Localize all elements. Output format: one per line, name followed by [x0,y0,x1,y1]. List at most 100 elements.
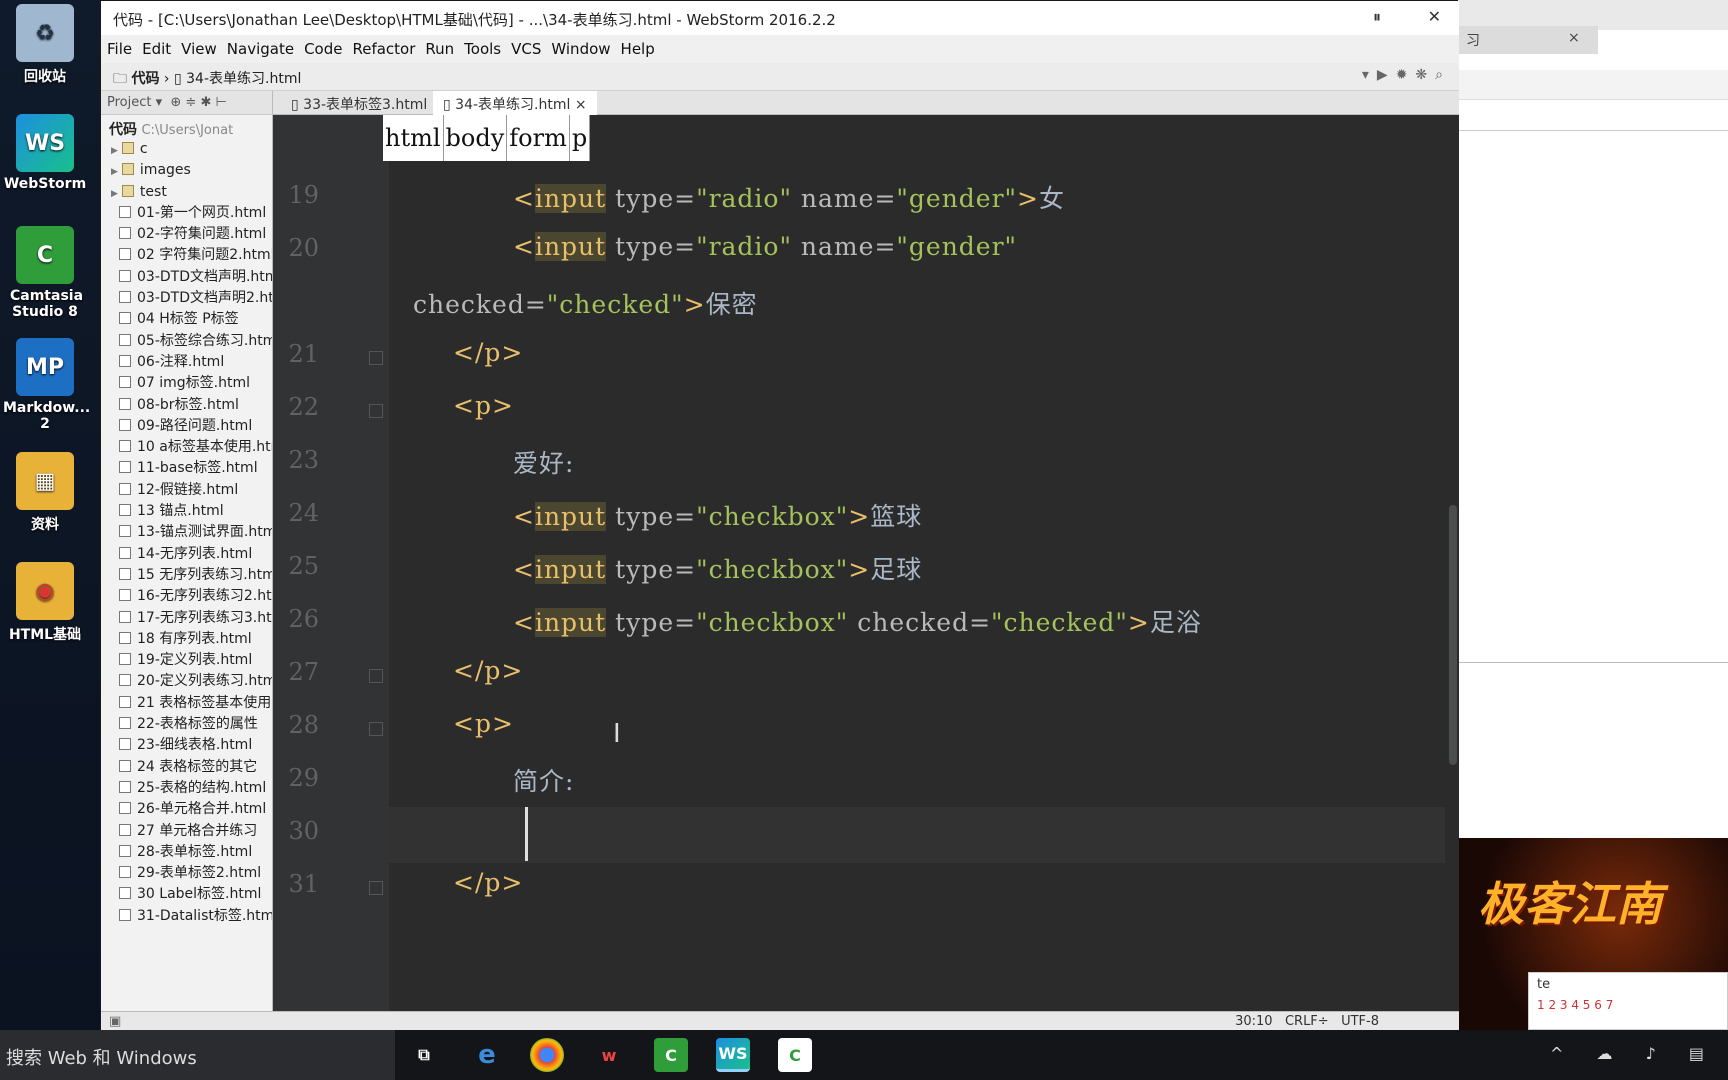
menu-window[interactable]: Window [545,35,614,58]
file-encoding[interactable]: UTF-8 [1341,1014,1379,1029]
run-icon[interactable]: ▶ [1377,67,1396,83]
tab-34[interactable]: ▯ 34-表单练习.html × [433,91,597,115]
tree-file[interactable]: 14-无序列表.html [101,544,272,565]
tree-file[interactable]: 11-base标签.html [101,458,272,479]
tree-file[interactable]: 18 有序列表.html [101,629,272,650]
tree-file[interactable]: 17-无序列表练习3.html [101,608,272,629]
tree-file[interactable]: 21 表格标签基本使用 [101,693,272,714]
taskbar-search[interactable]: 搜索 Web 和 Windows [0,1030,395,1080]
tree-file[interactable]: 13 锚点.html [101,501,272,522]
edge-icon[interactable]: e [470,1038,504,1072]
fold-marker[interactable] [369,404,383,418]
tree-file[interactable]: 26-单元格合并.html [101,799,272,820]
resources-folder-icon[interactable]: ▦ 资料 [0,452,90,534]
tool-window-toggle-icon[interactable]: ▣ [109,1014,121,1029]
fold-marker[interactable] [369,881,383,895]
breadcrumb-html[interactable]: html [383,115,444,161]
nav-root[interactable]: 代码 [131,71,159,87]
markdownpad-icon[interactable]: MP Markdow... 2 [0,338,90,432]
camtasia-recorder-icon[interactable]: C [778,1038,812,1072]
tree-file[interactable]: 02 字符集问题2.html [101,245,272,266]
menu-run[interactable]: Run [419,35,458,58]
tree-file[interactable]: 25-表格的结构.html [101,778,272,799]
tree-file[interactable]: 02-字符集问题.html [101,224,272,245]
tree-file[interactable]: 06-注释.html [101,352,272,373]
menu-refactor[interactable]: Refactor [346,35,419,58]
breadcrumb-p[interactable]: p [569,115,591,161]
camtasia-icon[interactable]: C [654,1038,688,1072]
code-editor[interactable]: html body form p 19 20 21 22 23 24 25 26… [273,115,1459,1011]
debug-icon[interactable]: ✹ [1396,67,1416,83]
ime-candidates[interactable]: 1 2 3 4 5 6 7 [1537,998,1719,1012]
webstorm-icon[interactable]: WS WebStorm [0,114,90,192]
chrome-icon[interactable] [530,1038,564,1072]
camtasia-icon[interactable]: C Camtasia Studio 8 [0,226,90,320]
tree-folder[interactable]: ▶ test [101,182,272,203]
tree-folder[interactable]: ▶ images [101,160,272,181]
tree-file[interactable]: 24 表格标签的其它 [101,757,272,778]
breadcrumb-form[interactable]: form [507,115,570,161]
fold-marker[interactable] [369,351,383,365]
tree-file[interactable]: 10 a标签基本使用.html [101,437,272,458]
close-icon[interactable]: ✕ [1428,7,1441,26]
scrollbar-thumb[interactable] [1449,505,1457,765]
run-config-dropdown[interactable]: ▾ [1362,67,1377,83]
app-icon[interactable]: ᴡ [592,1038,626,1072]
expand-arrow-icon[interactable]: ▶ [111,146,118,156]
task-view-icon[interactable]: ⧉ [407,1038,441,1072]
tree-file[interactable]: 19-定义列表.html [101,650,272,671]
tree-file[interactable]: 30 Label标签.html [101,884,272,905]
line-separator[interactable]: CRLF÷ [1285,1014,1329,1029]
tree-file[interactable]: 27 单元格合并练习 [101,821,272,842]
tree-file[interactable]: 03-DTD文档声明.html [101,267,272,288]
tree-file[interactable]: 13-锚点测试界面.html [101,522,272,543]
menu-vcs[interactable]: VCS [505,35,545,58]
cursor-position[interactable]: 30:10 [1235,1014,1272,1029]
menu-view[interactable]: View [175,35,221,58]
fold-marker[interactable] [369,722,383,736]
expand-arrow-icon[interactable]: ▶ [111,167,118,177]
tree-file[interactable]: 20-定义列表练习.html [101,671,272,692]
tree-file[interactable]: 28-表单标签.html [101,842,272,863]
menu-navigate[interactable]: Navigate [221,35,298,58]
search-icon[interactable]: ⌕ [1435,67,1451,83]
tree-file[interactable]: 01-第一个网页.html [101,203,272,224]
tree-file[interactable]: 12-假链接.html [101,480,272,501]
breadcrumb-body[interactable]: body [443,115,508,161]
system-tray[interactable]: ^ ☁ ♪ ▤ [1550,1044,1718,1063]
tree-file[interactable]: 04 H标签 P标签 [101,309,272,330]
tree-file[interactable]: 29-表单标签2.html [101,863,272,884]
close-icon[interactable]: × [575,97,587,113]
browser-tab[interactable]: 习 × [1458,26,1598,54]
tree-file[interactable]: 08-br标签.html [101,395,272,416]
tree-file[interactable]: 03-DTD文档声明2.html [101,288,272,309]
tree-file[interactable]: 09-路径问题.html [101,416,272,437]
project-root[interactable]: 代码 C:\Users\Jonat [101,115,272,139]
tree-file[interactable]: 23-细线表格.html [101,735,272,756]
menu-code[interactable]: Code [298,35,346,58]
webstorm-icon[interactable]: WS [716,1038,750,1072]
tree-file[interactable]: 15 无序列表练习.html [101,565,272,586]
recycle-bin-icon[interactable]: ♻ 回收站 [0,4,90,86]
tree-folder[interactable]: ▶ c [101,139,272,160]
expand-arrow-icon[interactable]: ▶ [111,189,118,199]
menu-help[interactable]: Help [615,35,659,58]
close-icon[interactable]: × [1568,30,1580,46]
menu-file[interactable]: File [101,35,136,58]
tree-file[interactable]: 07 img标签.html [101,373,272,394]
tab-33[interactable]: ▯ 33-表单标签3.html × [281,91,453,115]
minimize-icon[interactable]: ⏸ [1373,7,1381,27]
tree-file[interactable]: 16-无序列表练习2.html [101,586,272,607]
menu-edit[interactable]: Edit [136,35,175,58]
tree-file[interactable]: 31-Datalist标签.html [101,906,272,927]
coverage-icon[interactable]: ❋ [1415,67,1435,83]
fold-marker[interactable] [369,669,383,683]
tree-file[interactable]: 22-表格标签的属性 [101,714,272,735]
nav-file[interactable]: 34-表单练习.html [186,71,301,87]
project-panel-header[interactable]: Project ▾ ⊕ ≑ ✱ ⊢ [101,91,272,115]
menu-tools[interactable]: Tools [458,35,505,58]
tree-file[interactable]: 05-标签综合练习.html [101,331,272,352]
browser-address-bar[interactable] [1458,70,1728,100]
vertical-scrollbar[interactable] [1445,115,1459,1011]
html-basics-folder-icon[interactable]: ◉ HTML基础 [0,562,90,644]
